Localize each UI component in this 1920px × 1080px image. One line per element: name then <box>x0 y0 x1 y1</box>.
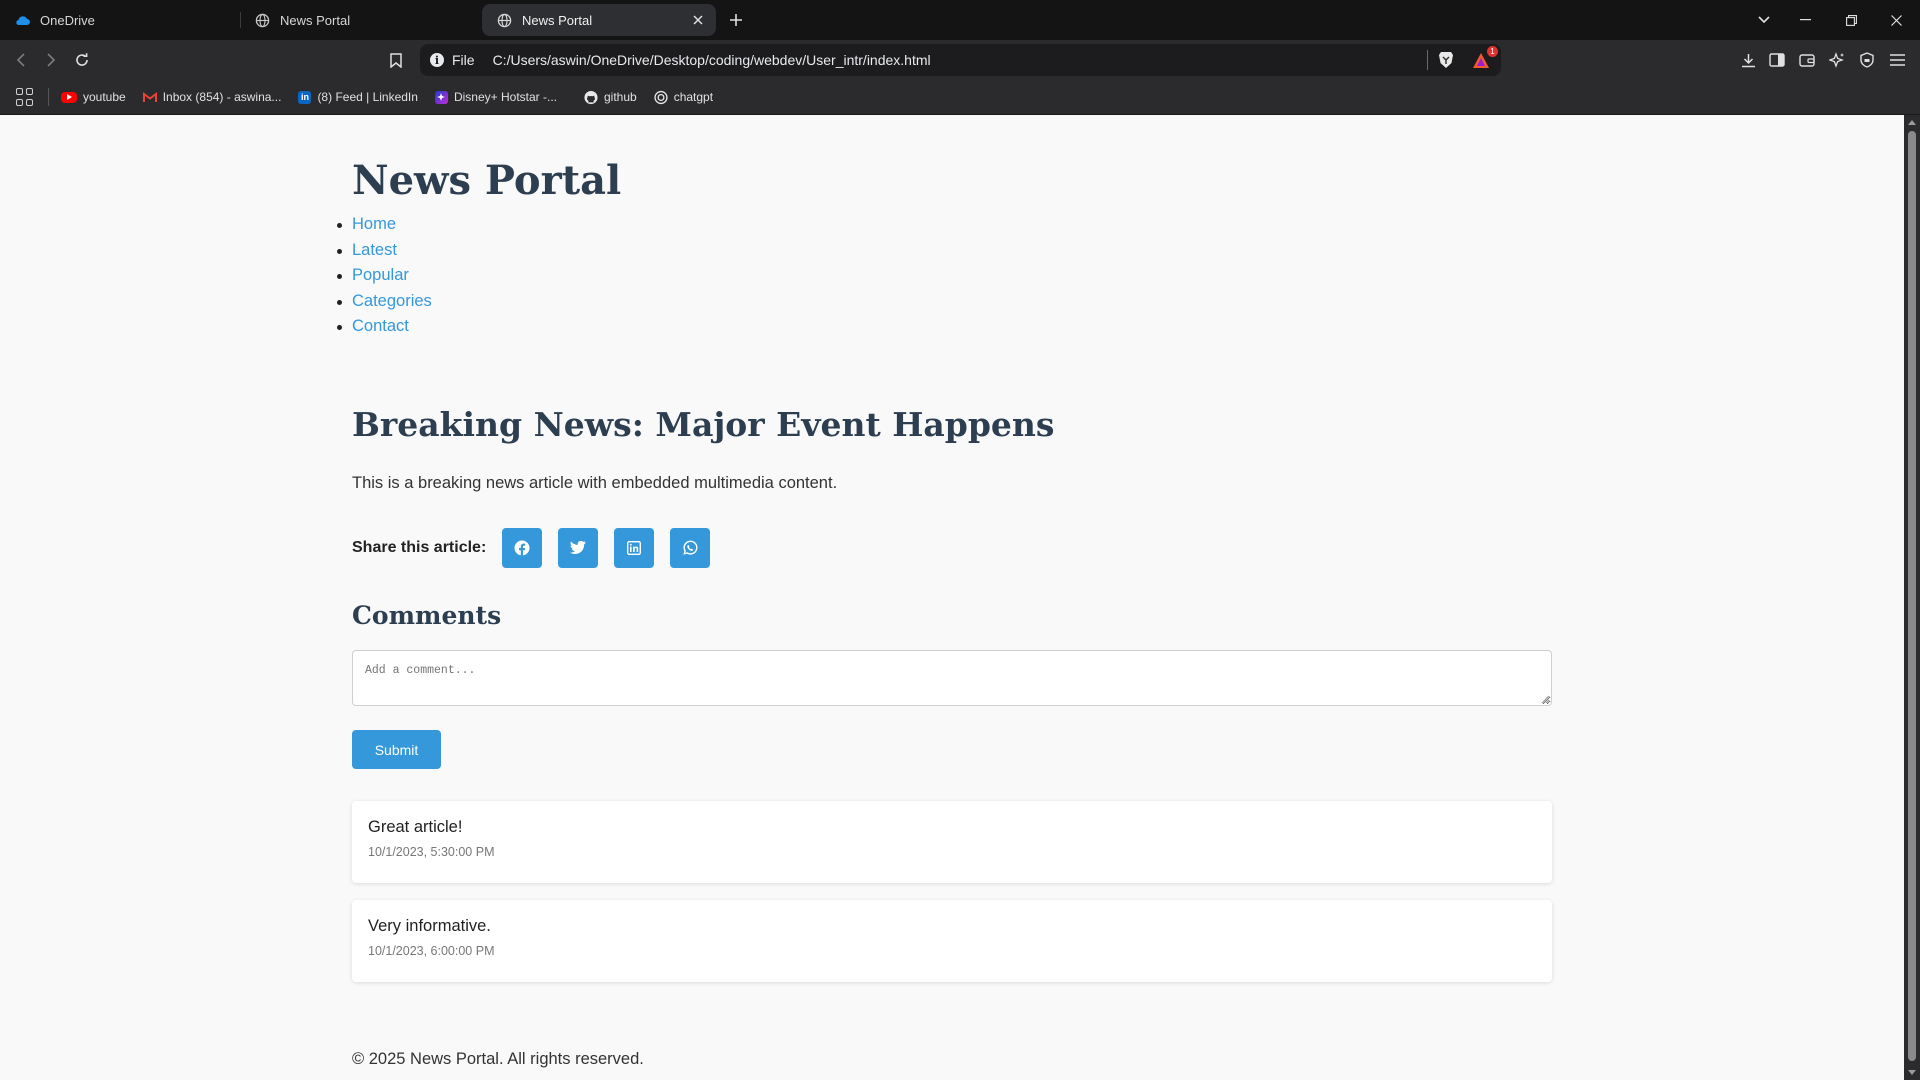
back-icon[interactable] <box>10 49 32 71</box>
leo-ai-icon[interactable] <box>1826 49 1848 71</box>
bookmark-label: Disney+ Hotstar -... <box>453 90 557 104</box>
sidebar-icon[interactable] <box>1766 49 1788 71</box>
globe-icon <box>254 12 270 28</box>
nav-item-contact: Contact <box>337 314 432 340</box>
submit-comment-button[interactable]: Submit <box>352 730 441 769</box>
comments-title: Comments <box>352 601 502 630</box>
site-title: News Portal <box>352 157 622 204</box>
tab-search-chevron-icon[interactable] <box>1752 8 1776 32</box>
comment-card: Great article! 10/1/2023, 5:30:00 PM <box>352 801 1552 883</box>
resize-grip-icon[interactable] <box>1541 695 1550 704</box>
scrollbar-thumb[interactable] <box>1908 131 1916 1061</box>
brave-shields-icon[interactable] <box>1436 48 1456 72</box>
share-label: Share this article: <box>352 539 487 556</box>
tab-title: News Portal <box>280 12 351 28</box>
hotstar-icon <box>434 90 448 104</box>
linkedin-icon <box>627 541 642 555</box>
article-title: Breaking News: Major Event Happens <box>352 405 1055 444</box>
nav-link-home[interactable]: Home <box>352 215 396 233</box>
bookmark-hotstar[interactable]: Disney+ Hotstar -... <box>434 90 557 104</box>
nav-item-latest: Latest <box>337 238 432 264</box>
comment-text: Very informative. <box>368 917 491 935</box>
nav-link-categories[interactable]: Categories <box>352 292 432 310</box>
tab-news-portal[interactable]: News Portal <box>240 4 480 36</box>
comment-text: Great article! <box>368 818 463 836</box>
new-tab-button[interactable] <box>726 10 746 30</box>
youtube-icon <box>61 91 77 103</box>
menu-icon[interactable] <box>1886 49 1908 71</box>
minimize-icon[interactable] <box>1793 8 1817 32</box>
scroll-up-arrow-icon[interactable] <box>1908 120 1916 125</box>
comment-timestamp: 10/1/2023, 6:00:00 PM <box>368 944 495 958</box>
bookmark-label: chatgpt <box>673 90 714 104</box>
nav-item-popular: Popular <box>337 263 432 289</box>
bookmarks-bar: youtube Inbox (854) - aswina... in (8) F… <box>0 80 1920 115</box>
share-twitter-button[interactable] <box>558 528 599 568</box>
address-bar[interactable]: i File C:/Users/aswin/OneDrive/Desktop/c… <box>420 44 1501 76</box>
gmail-icon <box>142 90 157 104</box>
bookmark-label: (8) Feed | LinkedIn <box>317 90 418 104</box>
page-viewport: News Portal Home Latest Popular Categori… <box>0 115 1904 1080</box>
linkedin-icon: in <box>298 90 312 104</box>
share-whatsapp-button[interactable] <box>670 528 711 568</box>
facebook-icon <box>514 540 530 556</box>
tab-news-portal-active[interactable]: News Portal <box>482 4 716 36</box>
nav-item-categories: Categories <box>337 289 432 315</box>
bookmark-label: github <box>603 90 637 104</box>
nav-item-home: Home <box>337 212 432 238</box>
browser-toolbar: i File C:/Users/aswin/OneDrive/Desktop/c… <box>0 40 1920 80</box>
brave-rewards-icon[interactable]: 1 <box>1470 46 1498 72</box>
share-linkedin-button[interactable] <box>614 528 655 568</box>
apps-grid-icon[interactable] <box>16 88 34 106</box>
comment-card: Very informative. 10/1/2023, 6:00:00 PM <box>352 900 1552 982</box>
nav-link-contact[interactable]: Contact <box>352 317 409 335</box>
bookmarks-divider <box>48 88 49 106</box>
url-text[interactable]: C:/Users/aswin/OneDrive/Desktop/coding/w… <box>493 52 931 68</box>
github-icon <box>584 90 598 104</box>
restore-icon[interactable] <box>1839 8 1863 32</box>
tab-strip: OneDrive News Portal News Portal <box>0 0 1920 40</box>
tab-title: News Portal <box>522 12 593 28</box>
bookmark-gmail[interactable]: Inbox (854) - aswina... <box>142 90 282 104</box>
rewards-badge: 1 <box>1487 46 1498 57</box>
main-nav: Home Latest Popular Categories Contact <box>337 212 432 340</box>
page-scrollbar[interactable] <box>1904 115 1920 1080</box>
forward-icon[interactable] <box>40 49 62 71</box>
wallet-icon[interactable] <box>1796 49 1818 71</box>
reload-icon[interactable] <box>71 49 93 71</box>
bookmark-icon[interactable] <box>385 49 407 71</box>
bookmark-github[interactable]: github <box>584 90 637 104</box>
page-footer: © 2025 News Portal. All rights reserved. <box>352 1050 644 1068</box>
tab-title: OneDrive <box>40 12 95 28</box>
nav-link-latest[interactable]: Latest <box>352 241 397 259</box>
scroll-down-arrow-icon[interactable] <box>1908 1070 1916 1075</box>
share-facebook-button[interactable] <box>502 528 543 568</box>
twitter-icon <box>570 541 586 555</box>
article-body: This is a breaking news article with emb… <box>352 474 838 492</box>
close-tab-icon[interactable] <box>690 12 706 28</box>
bookmark-label: Inbox (854) - aswina... <box>162 90 282 104</box>
info-icon[interactable]: i <box>430 53 444 67</box>
comment-input[interactable] <box>352 650 1552 706</box>
tab-onedrive[interactable]: OneDrive <box>0 4 240 36</box>
comment-timestamp: 10/1/2023, 5:30:00 PM <box>368 845 495 859</box>
vpn-shield-icon[interactable] <box>1856 49 1878 71</box>
bookmark-linkedin[interactable]: in (8) Feed | LinkedIn <box>298 90 418 104</box>
bookmark-youtube[interactable]: youtube <box>61 90 126 104</box>
chatgpt-icon <box>654 90 668 104</box>
bookmark-label: youtube <box>83 90 126 104</box>
share-bar: Share this article: <box>352 528 726 568</box>
url-scheme-label: File <box>452 52 475 68</box>
close-window-icon[interactable] <box>1884 8 1908 32</box>
nav-link-popular[interactable]: Popular <box>352 266 409 284</box>
onedrive-icon <box>14 12 30 28</box>
address-bar-divider <box>1427 50 1428 70</box>
globe-icon <box>496 12 512 28</box>
downloads-icon[interactable] <box>1737 49 1759 71</box>
whatsapp-icon <box>683 540 698 555</box>
bookmark-chatgpt[interactable]: chatgpt <box>654 90 713 104</box>
